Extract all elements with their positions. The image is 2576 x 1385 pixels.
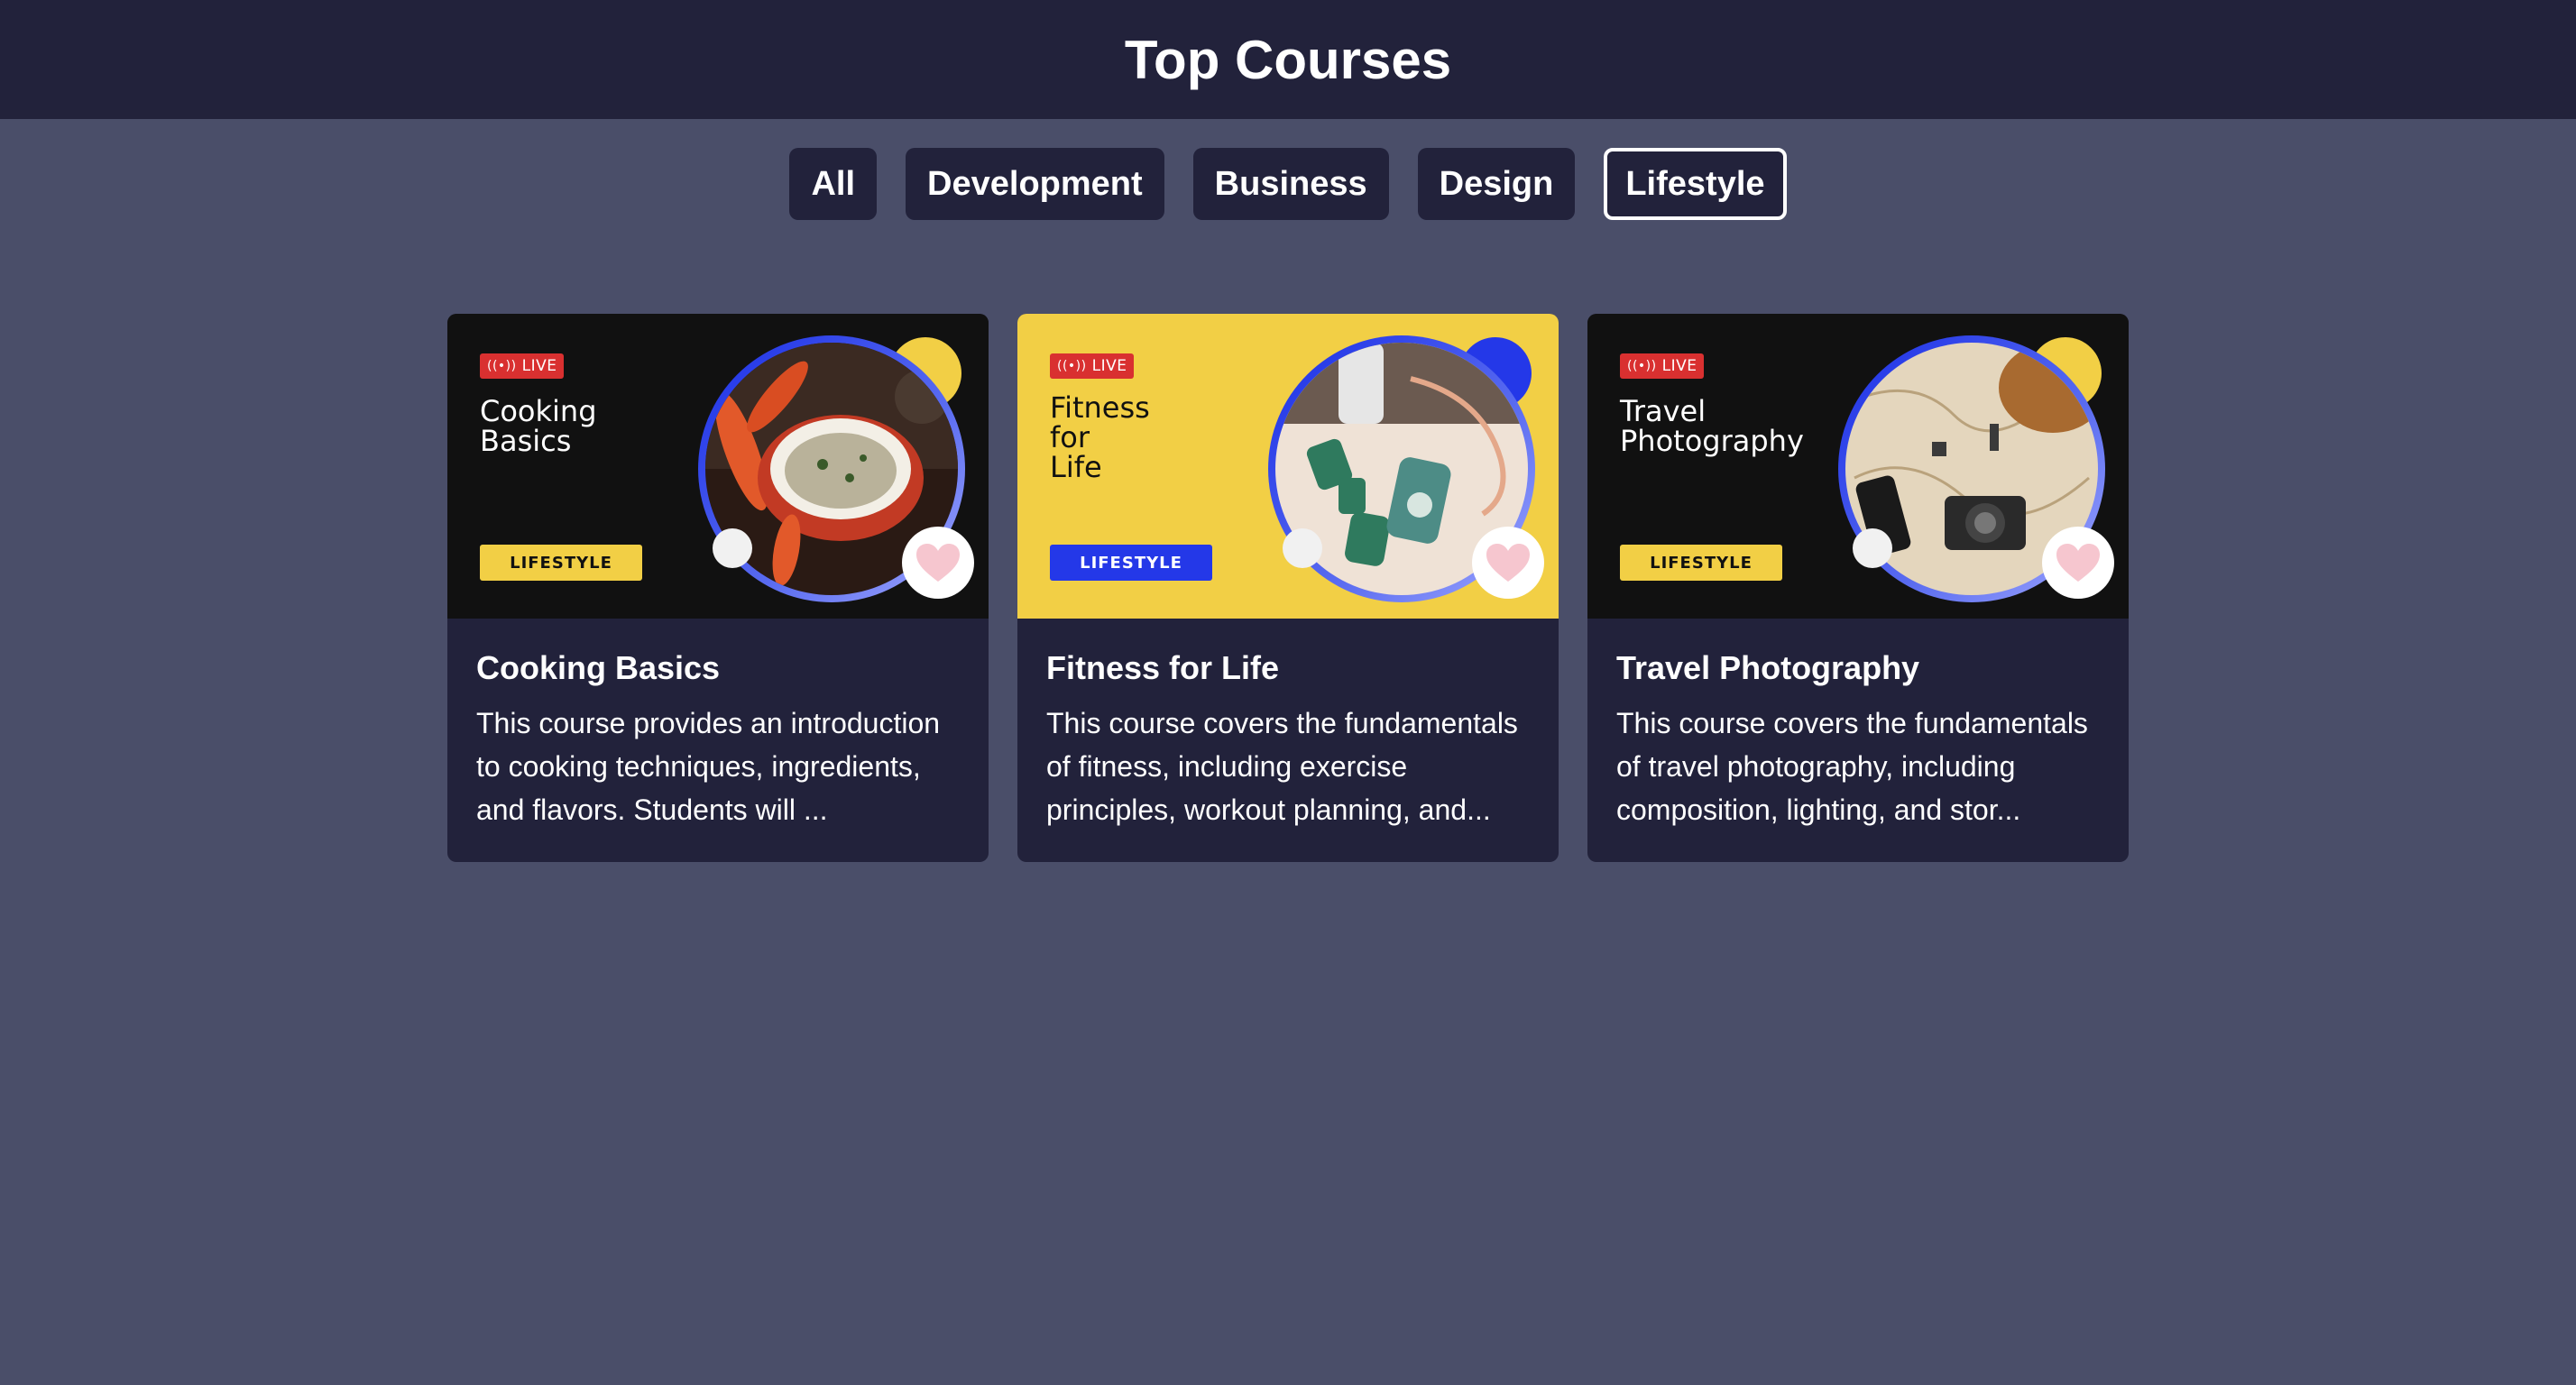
page-title: Top Courses [1124, 29, 1452, 90]
filter-all-button[interactable]: All [789, 148, 878, 220]
thumbnail-title-line: Fitness [1050, 390, 1150, 425]
live-badge-label: LIVE [1091, 357, 1127, 375]
course-thumbnail: ((•)) LIVE Travel Photography LIFESTYLE [1587, 314, 2129, 619]
decorative-dot [713, 528, 752, 568]
category-filter-bar: All Development Business Design Lifestyl… [0, 148, 2576, 220]
broadcast-icon: ((•)) [1057, 359, 1087, 373]
course-card[interactable]: ((•)) LIVE Travel Photography LIFESTYLE [1587, 314, 2129, 862]
thumbnail-title-line: Photography [1620, 424, 1804, 458]
live-badge-label: LIVE [1661, 357, 1697, 375]
course-thumbnail: ((•)) LIVE Fitness for Life LIFESTYLE [1017, 314, 1559, 619]
card-body: Travel Photography This course covers th… [1587, 619, 2129, 831]
favorite-button[interactable] [1472, 527, 1544, 599]
course-description: This course provides an introduction to … [476, 707, 941, 826]
filter-design-button[interactable]: Design [1417, 148, 1576, 220]
thumbnail-title-line: Life [1050, 450, 1102, 484]
heart-icon [916, 544, 960, 582]
category-tag: LIFESTYLE [480, 545, 642, 581]
thumbnail-title-line: Cooking [480, 394, 597, 428]
thumbnail-title: Fitness for Life [1050, 393, 1284, 482]
thumbnail-title: Travel Photography [1620, 397, 1854, 456]
decorative-dot [1283, 528, 1322, 568]
course-grid: ((•)) LIVE Cooking Basics LIFESTYLE Cook… [0, 314, 2576, 862]
broadcast-icon: ((•)) [1627, 359, 1657, 373]
live-badge: ((•)) LIVE [1620, 353, 1705, 379]
course-description: This course covers the fundamentals of f… [1046, 707, 1518, 826]
card-body: Cooking Basics This course provides an i… [447, 619, 989, 831]
live-badge: ((•)) LIVE [480, 353, 565, 379]
favorite-button[interactable] [2042, 527, 2114, 599]
course-description: This course covers the fundamentals of t… [1616, 707, 2088, 826]
thumbnail-title: Cooking Basics [480, 397, 714, 456]
thumbnail-title-line: for [1050, 420, 1090, 454]
heart-icon [1486, 544, 1530, 582]
decorative-dot [1853, 528, 1892, 568]
favorite-button[interactable] [902, 527, 974, 599]
heart-icon [2056, 544, 2100, 582]
category-tag: LIFESTYLE [1620, 545, 1782, 581]
broadcast-icon: ((•)) [487, 359, 517, 373]
page-header: Top Courses [0, 0, 2576, 119]
course-card[interactable]: ((•)) LIVE Cooking Basics LIFESTYLE Cook… [447, 314, 989, 862]
course-title[interactable]: Cooking Basics [476, 649, 960, 687]
filter-development-button[interactable]: Development [906, 148, 1164, 220]
live-badge-label: LIVE [521, 357, 557, 375]
thumbnail-title-line: Basics [480, 424, 572, 458]
course-title[interactable]: Travel Photography [1616, 649, 2100, 687]
category-tag: LIFESTYLE [1050, 545, 1212, 581]
course-title[interactable]: Fitness for Life [1046, 649, 1530, 687]
course-card[interactable]: ((•)) LIVE Fitness for Life LIFESTYLE Fi… [1017, 314, 1559, 862]
thumbnail-title-line: Travel [1620, 394, 1707, 428]
live-badge: ((•)) LIVE [1050, 353, 1135, 379]
filter-lifestyle-button[interactable]: Lifestyle [1604, 148, 1787, 220]
course-thumbnail: ((•)) LIVE Cooking Basics LIFESTYLE [447, 314, 989, 619]
card-body: Fitness for Life This course covers the … [1017, 619, 1559, 831]
filter-business-button[interactable]: Business [1192, 148, 1389, 220]
